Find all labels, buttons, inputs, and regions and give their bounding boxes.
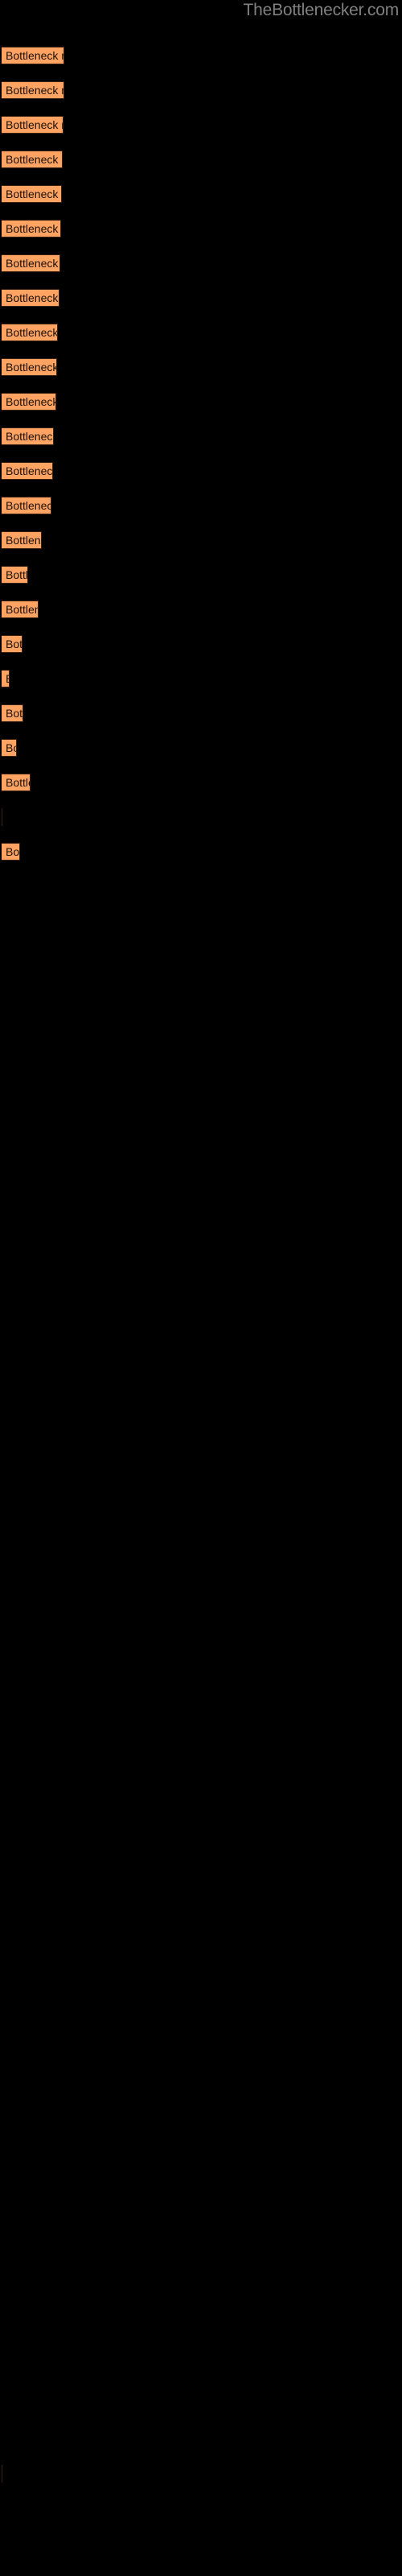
bar-row: Bottleneck result [0,358,402,376]
bar-13[interactable]: Bottleneck result [2,462,53,480]
bar-row: Bottleneck result [0,220,402,237]
bar-row: Bottleneck result [0,774,402,791]
bar-row: Bottleneck result [0,81,402,99]
bar-label-11: Bottleneck result [6,395,56,408]
bar-row: Bottleneck result [0,635,402,653]
bar-row: Bottleneck result [0,670,402,687]
bar-18[interactable]: Bottleneck result [2,635,23,653]
bar-row: Bottleneck result [0,531,402,549]
bar-2[interactable]: Bottleneck result [2,81,64,99]
bar-row: Bottleneck result [0,289,402,307]
bar-label-19: Bottleneck result [6,671,9,687]
bar-20[interactable]: Bottleneck result [2,704,23,722]
bar-row: Bottleneck result [0,427,402,445]
bar-9[interactable]: Bottleneck result [2,324,58,341]
bar-label-20: Bottleneck result [6,707,23,720]
bar-label-4: Bottleneck result [6,153,62,166]
bar-22[interactable]: Bottleneck result [2,774,31,791]
bar-row: Bottleneck result [0,116,402,134]
bar-5[interactable]: Bottleneck result [2,185,62,203]
bar-row: Bottleneck result [0,151,402,168]
bar-row: Bottleneck result [0,185,402,203]
bar-19[interactable]: Bottleneck result [2,670,10,687]
bar-row: Bottleneck result [0,47,402,64]
bar-24[interactable]: Bottleneck result [2,843,20,861]
bar-3[interactable]: Bottleneck result [2,116,64,134]
bar-14[interactable]: Bottleneck result [2,497,51,514]
bar-row: Bottleneck result [0,393,402,411]
bar-15[interactable]: Bottleneck result [2,531,42,549]
bar-label-13: Bottleneck result [6,464,53,477]
chart-plot-area: Bottleneck result Bottleneck result Bottle… [0,0,402,2576]
bottleneck-chart-root: TheBottlenecker.com Bottleneck resultBot… [0,0,402,2576]
bar-row: Bottleneck result [0,497,402,514]
bar-label-6: Bottleneck result [6,222,60,235]
bar-10[interactable]: Bottleneck result [2,358,57,376]
bar-17[interactable]: Bottleneck result [2,601,39,618]
bar-row: Bottleneck result [0,843,402,861]
bar-1[interactable]: Bottleneck result [2,47,64,64]
bar-row: Bottleneck result [0,739,402,757]
bar-label-12: Bottleneck result [6,430,54,443]
bar-label-22: Bottleneck result [6,776,30,789]
bar-row: Bottleneck result [0,808,402,826]
bar-row: Bottleneck result [0,704,402,722]
bar-16[interactable]: Bottleneck result [2,566,28,584]
bar-label-2: Bottleneck result [6,84,64,97]
bar-label-3: Bottleneck result [6,118,63,131]
bar-row: Bottleneck result [0,601,402,618]
bar-row: Bottleneck result [0,566,402,584]
bar-label-14: Bottleneck result [6,499,51,512]
bar-row: Bottleneck result [0,324,402,341]
bar-label-16: Bottleneck result [6,568,28,581]
bar-label-8: Bottleneck result [6,291,59,304]
bar-21[interactable]: Bottleneck result [2,739,17,757]
bar-row: Bottleneck result [0,462,402,480]
bar-8[interactable]: Bottleneck result [2,289,59,307]
bar-11[interactable]: Bottleneck result [2,393,56,411]
bar-label-5: Bottleneck result [6,188,61,200]
bar-row: Bottleneck result [0,2465,402,2483]
bar-label-9: Bottleneck result [6,326,58,339]
bar-6[interactable]: Bottleneck result [2,220,61,237]
bar-12[interactable]: Bottleneck result [2,427,54,445]
bar-label-18: Bottleneck result [6,638,23,650]
bar-label-15: Bottleneck result [6,534,41,547]
bar-4[interactable]: Bottleneck result [2,151,63,168]
bar-label-7: Bottleneck result [6,257,59,270]
bar-label-17: Bottleneck result [6,603,38,616]
bar-row: Bottleneck result [0,254,402,272]
bar-label-24: Bottleneck result [6,845,20,858]
bar-7[interactable]: Bottleneck result [2,254,60,272]
bar-label-10: Bottleneck result [6,361,57,374]
bar-label-21: Bottleneck result [6,741,16,754]
bar-label-1: Bottleneck result [6,49,64,62]
